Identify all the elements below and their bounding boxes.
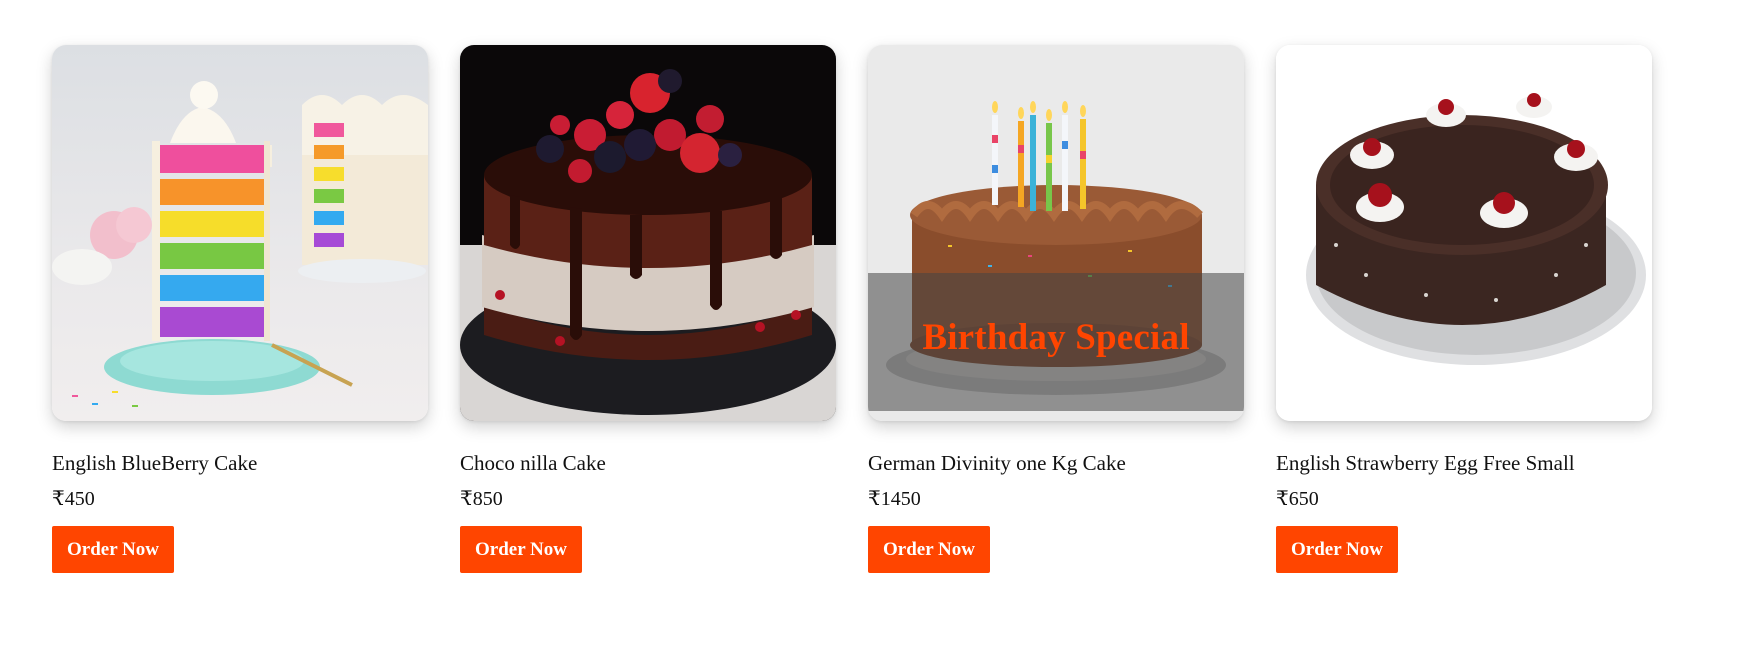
product-price: ₹650 bbox=[1276, 488, 1319, 510]
product-name: German Divinity one Kg Cake bbox=[868, 451, 1126, 475]
promo-overlay: Birthday Special bbox=[868, 273, 1244, 411]
chocolate-berry-cake-image bbox=[460, 45, 836, 421]
product-image-birthday-cake[interactable]: Birthday Special bbox=[868, 45, 1244, 421]
order-now-button[interactable]: Order Now bbox=[1276, 526, 1398, 573]
order-now-button[interactable]: Order Now bbox=[52, 526, 174, 573]
rainbow-cake-slice-image bbox=[52, 45, 428, 421]
product-image-black-forest-cake[interactable] bbox=[1276, 45, 1652, 421]
product-image-choco-cake[interactable] bbox=[460, 45, 836, 421]
product-name: Choco nilla Cake bbox=[460, 451, 606, 475]
order-now-button[interactable]: Order Now bbox=[868, 526, 990, 573]
product-price: ₹850 bbox=[460, 488, 503, 510]
product-grid: English BlueBerry Cake ₹450 Order Now Ch… bbox=[52, 45, 1652, 573]
product-image-rainbow-cake[interactable] bbox=[52, 45, 428, 421]
birthday-special-label: Birthday Special bbox=[922, 316, 1190, 358]
product-name: English BlueBerry Cake bbox=[52, 451, 258, 475]
product-card: English Strawberry Egg Free Small ₹650 O… bbox=[1276, 45, 1652, 573]
product-name: English Strawberry Egg Free Small bbox=[1276, 451, 1575, 475]
product-card: English BlueBerry Cake ₹450 Order Now bbox=[52, 45, 428, 573]
black-forest-cake-image bbox=[1276, 45, 1652, 421]
product-card: Choco nilla Cake ₹850 Order Now bbox=[460, 45, 836, 573]
product-card: Birthday Special German Divinity one Kg … bbox=[868, 45, 1244, 573]
product-price: ₹450 bbox=[52, 488, 95, 510]
product-price: ₹1450 bbox=[868, 488, 921, 510]
order-now-button[interactable]: Order Now bbox=[460, 526, 582, 573]
